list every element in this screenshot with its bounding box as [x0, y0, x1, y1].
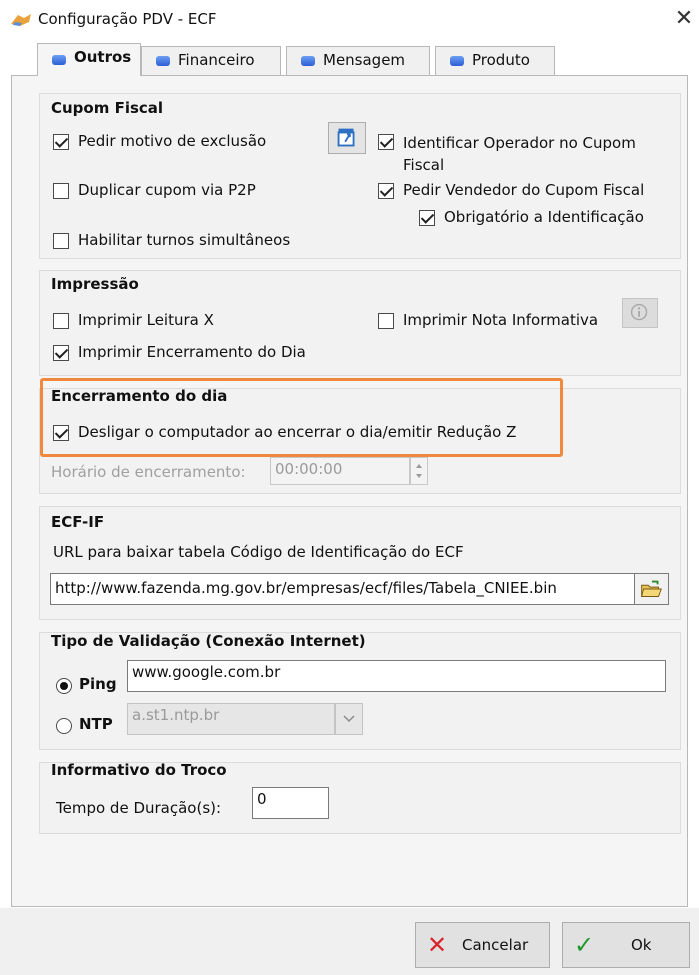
tab-label: Produto: [472, 51, 530, 69]
tab-outros[interactable]: Outros: [37, 43, 141, 76]
ntp-radio[interactable]: NTP: [56, 715, 113, 734]
check-icon: ✓: [573, 931, 595, 959]
horario-encerramento-label: Horário de encerramento:: [51, 463, 246, 481]
imprimir-nota-informativa-checkbox[interactable]: Imprimir Nota Informativa: [378, 311, 598, 329]
checkbox-box: [53, 345, 69, 361]
tab-label: Mensagem: [323, 51, 406, 69]
url-input[interactable]: http://www.fazenda.mg.gov.br/empresas/ec…: [50, 573, 635, 605]
radio-circle: [56, 718, 72, 734]
tab-icon: [301, 56, 315, 66]
checkbox-box: [378, 134, 394, 150]
pedir-vendedor-checkbox[interactable]: Pedir Vendedor do Cupom Fiscal: [378, 181, 644, 199]
checkbox-label: Identificar Operador no Cupom Fiscal: [403, 134, 636, 174]
tab-produto[interactable]: Produto: [435, 46, 555, 75]
horario-spinner[interactable]: [410, 457, 428, 485]
radio-label: Ping: [79, 675, 117, 693]
obrigatorio-identificacao-checkbox[interactable]: Obrigatório a Identificação: [419, 208, 644, 226]
checkbox-box: [419, 210, 435, 226]
ok-label: Ok: [631, 936, 652, 954]
tab-strip: Outros Financeiro Mensagem Produto: [0, 40, 699, 76]
tempo-duracao-value: 0: [257, 790, 267, 808]
highlight-box: [40, 378, 563, 457]
export-icon: [337, 128, 355, 147]
close-icon: ✕: [674, 6, 694, 31]
ntp-server-value: a.st1.ntp.br: [132, 706, 220, 724]
checkbox-label: Obrigatório a Identificação: [444, 208, 644, 226]
ping-radio[interactable]: Ping: [56, 675, 117, 694]
tipo-validacao-title: Tipo de Validação (Conexão Internet): [51, 632, 366, 650]
info-button[interactable]: [622, 298, 658, 328]
turnos-simultaneos-checkbox[interactable]: Habilitar turnos simultâneos: [53, 231, 290, 249]
chevron-down-icon: [343, 715, 355, 723]
checkbox-label: Pedir motivo de exclusão: [78, 132, 267, 150]
tempo-duracao-label: Tempo de Duração(s):: [56, 799, 222, 817]
cupom-fiscal-title: Cupom Fiscal: [51, 99, 164, 117]
checkbox-box: [378, 313, 394, 329]
tab-label: Outros: [74, 48, 132, 66]
horario-encerramento-input[interactable]: 00:00:00: [270, 457, 410, 485]
ntp-server-select[interactable]: a.st1.ntp.br: [127, 703, 335, 735]
tab-mensagem[interactable]: Mensagem: [286, 46, 430, 75]
imprimir-leitura-x-checkbox[interactable]: Imprimir Leitura X: [53, 311, 214, 329]
url-value: http://www.fazenda.mg.gov.br/empresas/ec…: [55, 579, 557, 597]
checkbox-label: Imprimir Leitura X: [78, 311, 214, 329]
tab-label: Financeiro: [178, 51, 255, 69]
tab-icon: [450, 56, 464, 66]
checkbox-box: [53, 313, 69, 329]
checkbox-label: Imprimir Nota Informativa: [403, 311, 599, 329]
checkbox-box: [53, 134, 69, 150]
checkbox-box: [53, 233, 69, 249]
ntp-dropdown-button[interactable]: [335, 703, 363, 735]
checkbox-box: [53, 183, 69, 199]
checkbox-label: Imprimir Encerramento do Dia: [78, 343, 306, 361]
tab-icon: [156, 56, 170, 66]
informativo-troco-title: Informativo do Troco: [51, 761, 227, 779]
title-bar: Configuração PDV - ECF ✕: [0, 0, 699, 40]
spinner-arrows-icon: [416, 464, 422, 478]
tempo-duracao-input[interactable]: 0: [252, 787, 329, 819]
horario-value: 00:00:00: [275, 460, 343, 478]
dialog-footer: ✕ Cancelar ✓ Ok: [0, 908, 699, 975]
radio-label: NTP: [79, 715, 113, 733]
open-file-button[interactable]: [635, 573, 669, 605]
tab-financeiro[interactable]: Financeiro: [141, 46, 281, 75]
folder-icon: [641, 580, 662, 597]
cancel-button[interactable]: ✕ Cancelar: [415, 922, 550, 968]
export-button[interactable]: [328, 122, 366, 154]
checkbox-label: Habilitar turnos simultâneos: [78, 231, 291, 249]
checkbox-label: Duplicar cupom via P2P: [78, 181, 256, 199]
ok-button[interactable]: ✓ Ok: [562, 922, 690, 968]
ecf-if-title: ECF-IF: [51, 513, 105, 531]
checkbox-label: Pedir Vendedor do Cupom Fiscal: [403, 181, 645, 199]
pedir-motivo-checkbox[interactable]: Pedir motivo de exclusão: [53, 132, 266, 150]
cancel-x-icon: ✕: [426, 931, 448, 959]
window-title: Configuração PDV - ECF: [38, 10, 217, 28]
info-icon: [630, 303, 648, 321]
app-icon: [11, 14, 31, 26]
ping-host-input[interactable]: www.google.com.br: [127, 660, 666, 692]
identificar-operador-checkbox[interactable]: Identificar Operador no Cupom Fiscal: [378, 132, 678, 176]
tab-icon: [52, 55, 66, 65]
checkbox-box: [378, 183, 394, 199]
cancel-label: Cancelar: [462, 936, 529, 954]
radio-circle: [56, 678, 72, 694]
close-button[interactable]: ✕: [669, 6, 699, 34]
duplicar-cupom-checkbox[interactable]: Duplicar cupom via P2P: [53, 181, 256, 199]
impressao-title: Impressão: [51, 275, 139, 293]
imprimir-encerramento-checkbox[interactable]: Imprimir Encerramento do Dia: [53, 343, 306, 361]
url-label: URL para baixar tabela Código de Identif…: [53, 543, 464, 561]
ping-host-value: www.google.com.br: [132, 663, 281, 681]
